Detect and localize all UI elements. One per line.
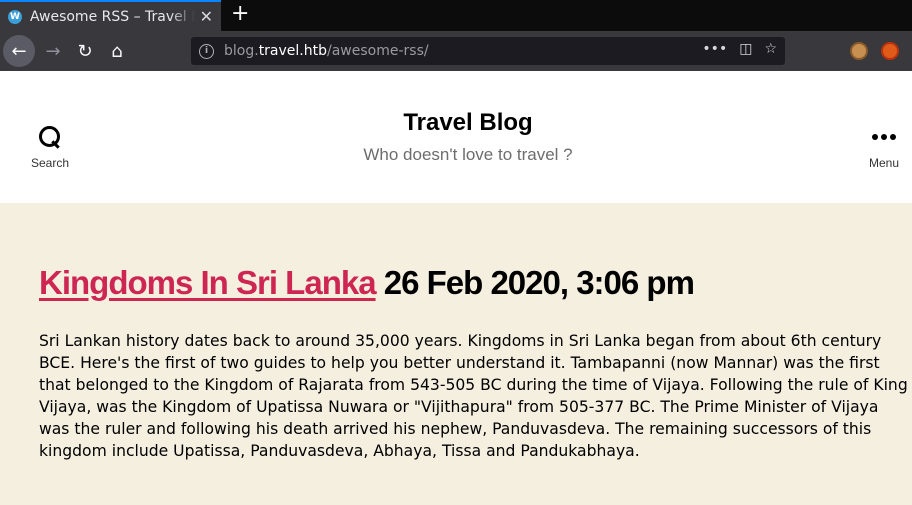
home-icon[interactable]: ⌂: [101, 35, 133, 67]
info-icon[interactable]: i: [199, 43, 214, 59]
url-actions: ••• ◫ ☆: [702, 41, 777, 57]
menu-label: Menu: [868, 156, 900, 170]
menu-toggle-button[interactable]: Menu: [858, 126, 910, 171]
article-header: Kingdoms In Sri Lanka 26 Feb 2020, 3:06 …: [39, 264, 695, 302]
site-header: Search Travel Blog Who doesn't love to t…: [0, 71, 912, 203]
back-arrow-icon[interactable]: ←: [3, 35, 35, 67]
cookie-extension-icon[interactable]: [850, 42, 868, 60]
tab-bar: W Awesome RSS – Travel Blog ✕ +: [0, 0, 912, 31]
forward-arrow-icon[interactable]: →: [37, 35, 69, 67]
tab-title: Awesome RSS – Travel Blog: [30, 8, 195, 25]
reload-icon[interactable]: ↻: [69, 35, 101, 67]
site-title[interactable]: Travel Blog: [0, 109, 912, 137]
pocket-icon[interactable]: ◫: [739, 41, 752, 57]
close-tab-icon[interactable]: ✕: [200, 7, 213, 26]
new-tab-button[interactable]: +: [231, 2, 249, 26]
article-title-link[interactable]: Kingdoms In Sri Lanka: [39, 264, 377, 301]
bookmark-star-icon[interactable]: ☆: [764, 41, 777, 57]
fox-extension-icon[interactable]: [881, 42, 899, 60]
more-horizontal-icon: [858, 126, 910, 148]
url-domain: travel.htb: [258, 43, 327, 59]
article-date: 26 Feb 2020, 3:06 pm: [383, 264, 695, 301]
url-domain-prefix: blog.: [224, 43, 259, 59]
site-description: Who doesn't love to travel ?: [363, 145, 573, 164]
more-dots-icon[interactable]: •••: [702, 41, 727, 57]
address-bar[interactable]: i blog.travel.htb/awesome-rss/ ••• ◫ ☆: [191, 37, 785, 65]
wordpress-icon: W: [8, 9, 22, 24]
url-text: blog.travel.htb/awesome-rss/: [224, 43, 429, 59]
url-path: /awesome-rss/: [327, 43, 429, 59]
navigation-toolbar: ← → ↻ ⌂ i blog.travel.htb/awesome-rss/ •…: [0, 31, 912, 71]
browser-tab[interactable]: W Awesome RSS – Travel Blog ✕: [0, 0, 221, 31]
article-body: Sri Lankan history dates back to around …: [39, 332, 908, 460]
